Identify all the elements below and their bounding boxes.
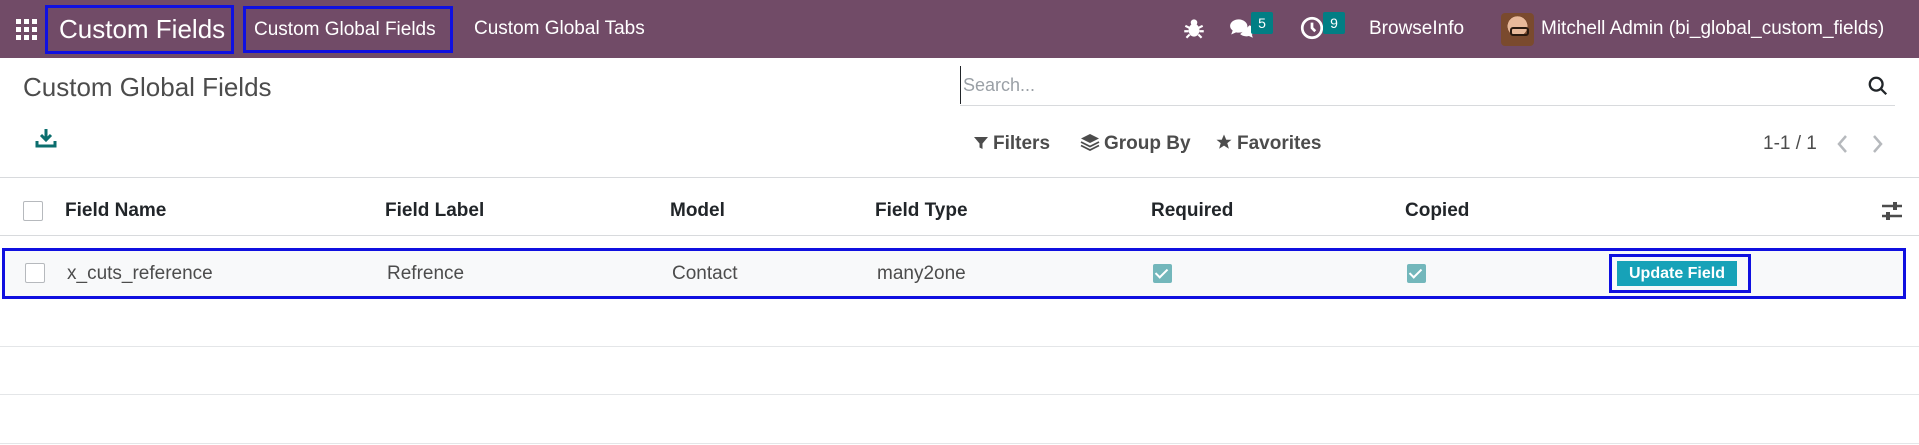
group-by-label: Group By	[1104, 133, 1191, 154]
filters-button[interactable]: Filters	[973, 129, 1050, 159]
table-row[interactable]: x_cuts_reference Refrence Contact many2o…	[2, 248, 1906, 299]
update-field-highlight: Update Field	[1609, 254, 1751, 293]
top-navbar: Custom Fields Custom Global Fields Custo…	[0, 0, 1919, 58]
table-header: Field Name Field Label Model Field Type …	[0, 186, 1919, 236]
pager-next-icon[interactable]	[1866, 131, 1888, 157]
empty-row	[0, 347, 1919, 395]
cell-required-check	[1153, 264, 1172, 283]
company-switcher[interactable]: BrowseInfo	[1369, 0, 1464, 58]
cell-copied-check	[1407, 264, 1426, 283]
cell-field-label: Refrence	[387, 263, 465, 284]
app-menu-grid-icon[interactable]	[16, 19, 37, 40]
layers-icon	[1080, 134, 1100, 152]
update-field-button[interactable]: Update Field	[1617, 261, 1737, 286]
select-all-checkbox[interactable]	[23, 201, 43, 221]
search-icon[interactable]	[1867, 75, 1889, 97]
favorites-button[interactable]: Favorites	[1215, 129, 1321, 159]
cell-field-type: many2one	[877, 263, 966, 284]
column-copied[interactable]: Copied	[1405, 186, 1469, 236]
search-bar	[960, 66, 1895, 106]
search-input[interactable]	[960, 66, 1850, 104]
row-select-checkbox[interactable]	[25, 263, 45, 283]
column-model[interactable]: Model	[670, 186, 725, 236]
cell-model: Contact	[672, 263, 738, 284]
download-icon[interactable]	[34, 126, 58, 150]
cell-field-name: x_cuts_reference	[67, 263, 213, 284]
user-menu[interactable]: Mitchell Admin (bi_global_custom_fields)	[1541, 0, 1884, 58]
activities-clock-icon[interactable]	[1299, 15, 1325, 41]
page-title: Custom Global Fields	[23, 72, 272, 102]
messages-count-badge: 5	[1251, 12, 1273, 34]
empty-row	[0, 396, 1919, 444]
empty-row	[0, 299, 1919, 347]
favorites-label: Favorites	[1237, 133, 1322, 154]
optional-columns-sliders-icon[interactable]	[1880, 200, 1904, 222]
menu-custom-global-tabs[interactable]: Custom Global Tabs	[474, 0, 645, 58]
group-by-button[interactable]: Group By	[1080, 129, 1191, 159]
menu-custom-global-fields[interactable]: Custom Global Fields	[243, 6, 453, 53]
debug-bug-icon[interactable]	[1181, 15, 1207, 41]
user-avatar[interactable]	[1501, 13, 1534, 46]
activities-count-badge: 9	[1323, 12, 1345, 34]
column-field-label[interactable]: Field Label	[385, 186, 484, 236]
column-required[interactable]: Required	[1151, 186, 1233, 236]
pager-value[interactable]: 1-1 / 1	[1763, 129, 1817, 159]
star-icon	[1216, 134, 1232, 149]
app-title[interactable]: Custom Fields	[45, 5, 234, 54]
column-field-name[interactable]: Field Name	[65, 186, 166, 236]
column-field-type[interactable]: Field Type	[875, 186, 968, 236]
control-panel: Custom Global Fields Filters Group By Fa…	[0, 58, 1919, 178]
pager-previous-icon[interactable]	[1832, 131, 1854, 157]
filters-label: Filters	[993, 133, 1051, 154]
filter-funnel-icon	[974, 137, 988, 149]
